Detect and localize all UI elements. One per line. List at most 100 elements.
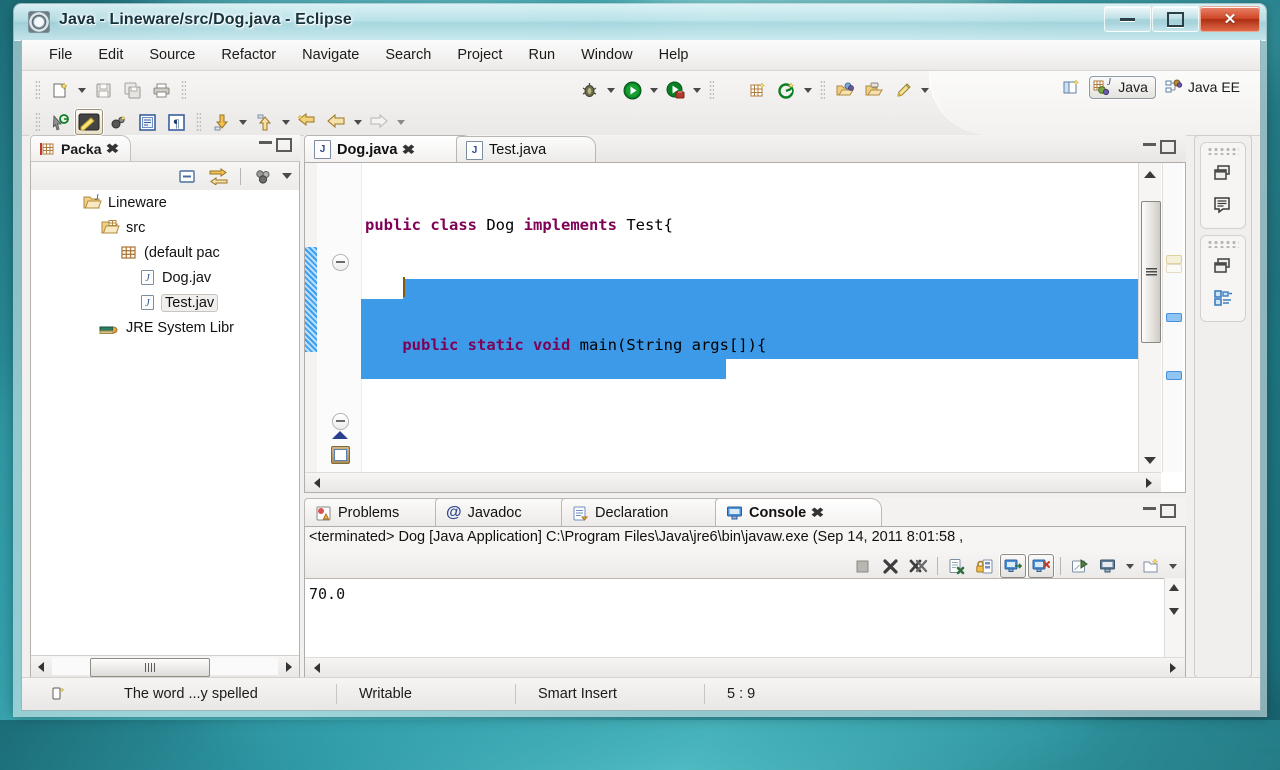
forward-button[interactable] — [365, 109, 393, 135]
warning-marker[interactable] — [1166, 264, 1182, 273]
properties-view-button[interactable] — [1206, 283, 1240, 313]
last-edit-location-button[interactable] — [293, 109, 321, 135]
scroll-down-icon[interactable] — [1144, 457, 1156, 464]
project-tree[interactable]: J Lineware src (default pac J Dog.jav J … — [31, 190, 299, 655]
minimize-button[interactable] — [1104, 6, 1151, 32]
editor-folding-ruler[interactable] — [317, 163, 362, 492]
tab-declaration[interactable]: Declaration — [561, 498, 736, 527]
hscroll-track[interactable] — [52, 658, 278, 677]
menu-navigate[interactable]: Navigate — [289, 44, 372, 66]
menu-search[interactable]: Search — [372, 44, 444, 66]
open-task-button[interactable] — [860, 77, 888, 103]
run-dropdown[interactable] — [647, 77, 660, 103]
new-wizard-button[interactable] — [46, 77, 74, 103]
occurrence-marker[interactable] — [1166, 371, 1182, 380]
scroll-up-icon[interactable] — [1144, 171, 1156, 178]
scroll-left-icon[interactable] — [307, 658, 327, 678]
maximize-button[interactable] — [1152, 6, 1199, 32]
new-wizard-dropdown[interactable] — [75, 77, 88, 103]
previous-annotation-dropdown[interactable] — [279, 109, 292, 135]
code-content[interactable]: public class Dog implements Test{ public… — [361, 163, 1139, 492]
drag-handle[interactable] — [1207, 240, 1239, 248]
outline-view-button[interactable] — [1206, 190, 1240, 220]
menu-refactor[interactable]: Refactor — [208, 44, 289, 66]
close-icon[interactable]: ✖ — [811, 505, 825, 521]
search-button[interactable] — [889, 77, 917, 103]
external-tools-button[interactable] — [661, 77, 689, 103]
remove-launch-button[interactable] — [877, 554, 903, 578]
drag-handle[interactable] — [1207, 147, 1239, 155]
toolbar-grip[interactable] — [35, 80, 40, 100]
bookmark-icon[interactable] — [331, 446, 350, 464]
next-annotation-dropdown[interactable] — [236, 109, 249, 135]
menu-window[interactable]: Window — [568, 44, 646, 66]
tab-test-java[interactable]: J Test.java — [456, 136, 596, 163]
open-console-button[interactable] — [1138, 554, 1164, 578]
scroll-right-icon[interactable] — [1139, 473, 1159, 493]
remove-all-terminated-button[interactable] — [905, 554, 931, 578]
tree-item-src[interactable]: src — [31, 215, 299, 240]
toolbar-grip[interactable] — [820, 80, 825, 100]
display-console-dropdown[interactable] — [1123, 553, 1136, 579]
menu-file[interactable]: File — [36, 44, 85, 66]
console-vscrollbar[interactable] — [1164, 578, 1185, 657]
show-whitespace-button[interactable] — [133, 109, 161, 135]
tree-item-test-java[interactable]: J Test.jav — [31, 290, 299, 315]
editor-maximize-icon[interactable] — [1160, 140, 1176, 154]
tab-problems[interactable]: Problems — [304, 498, 456, 527]
clear-console-button[interactable] — [944, 554, 970, 578]
warning-marker[interactable] — [1166, 255, 1182, 264]
fold-collapse-icon[interactable] — [333, 414, 348, 429]
editor-hscrollbar[interactable] — [305, 472, 1161, 492]
tab-console[interactable]: Console ✖ — [715, 498, 882, 527]
restore-button[interactable] — [1206, 251, 1240, 281]
scroll-lock-button[interactable] — [972, 554, 998, 578]
tab-dog-java[interactable]: J Dog.java ✖ — [304, 135, 474, 163]
scroll-left-icon[interactable] — [307, 473, 327, 493]
toolbar-grip[interactable] — [35, 112, 40, 132]
package-explorer-hscrollbar[interactable] — [31, 655, 299, 677]
vscroll-thumb[interactable] — [1141, 201, 1161, 343]
next-annotation-button[interactable] — [207, 109, 235, 135]
editor-vscrollbar[interactable] — [1138, 163, 1161, 472]
search-dropdown[interactable] — [918, 77, 931, 103]
scroll-right-icon[interactable] — [1163, 658, 1183, 678]
terminate-button[interactable] — [849, 554, 875, 578]
previous-annotation-button[interactable] — [250, 109, 278, 135]
scroll-right-icon[interactable] — [279, 657, 299, 677]
toolbar-grip[interactable] — [181, 80, 186, 100]
view-menu-button[interactable] — [249, 163, 277, 189]
back-dropdown[interactable] — [351, 109, 364, 135]
editor-minimize-icon[interactable] — [1143, 143, 1156, 146]
display-selected-console-button[interactable] — [1095, 554, 1121, 578]
menu-project[interactable]: Project — [444, 44, 515, 66]
restore-button[interactable] — [1206, 158, 1240, 188]
collapse-all-button[interactable] — [173, 163, 201, 189]
new-java-type-dropdown[interactable] — [801, 77, 814, 103]
scroll-left-icon[interactable] — [31, 657, 51, 677]
open-console-dropdown[interactable] — [1166, 553, 1179, 579]
debug-dropdown[interactable] — [604, 77, 617, 103]
show-console-on-error-button[interactable] — [1028, 554, 1054, 578]
toolbar-grip[interactable] — [709, 80, 714, 100]
skip-breakpoints-button[interactable] — [104, 109, 132, 135]
new-java-type-button[interactable] — [772, 77, 800, 103]
open-type-button[interactable] — [831, 77, 859, 103]
quick-fix-icon[interactable] — [332, 431, 348, 439]
console-minimize-icon[interactable] — [1143, 507, 1156, 510]
external-tools-dropdown[interactable] — [690, 77, 703, 103]
show-console-on-output-button[interactable] — [1000, 554, 1026, 578]
save-all-button[interactable] — [118, 77, 146, 103]
link-with-editor-button[interactable] — [204, 163, 232, 189]
scroll-up-icon[interactable] — [1169, 584, 1179, 591]
title-bar[interactable]: Java - Lineware/src/Dog.java - Eclipse ✕ — [14, 4, 1266, 41]
menu-run[interactable]: Run — [515, 44, 568, 66]
overview-ruler[interactable] — [1162, 163, 1183, 472]
save-button[interactable] — [89, 77, 117, 103]
new-java-package-button[interactable] — [743, 77, 771, 103]
tab-package-explorer[interactable]: Packa ✖ — [30, 135, 132, 162]
occurrence-marker[interactable] — [1166, 313, 1182, 322]
minimize-icon[interactable] — [259, 141, 272, 144]
close-icon[interactable]: ✖ — [106, 141, 120, 157]
close-button[interactable]: ✕ — [1200, 6, 1260, 32]
